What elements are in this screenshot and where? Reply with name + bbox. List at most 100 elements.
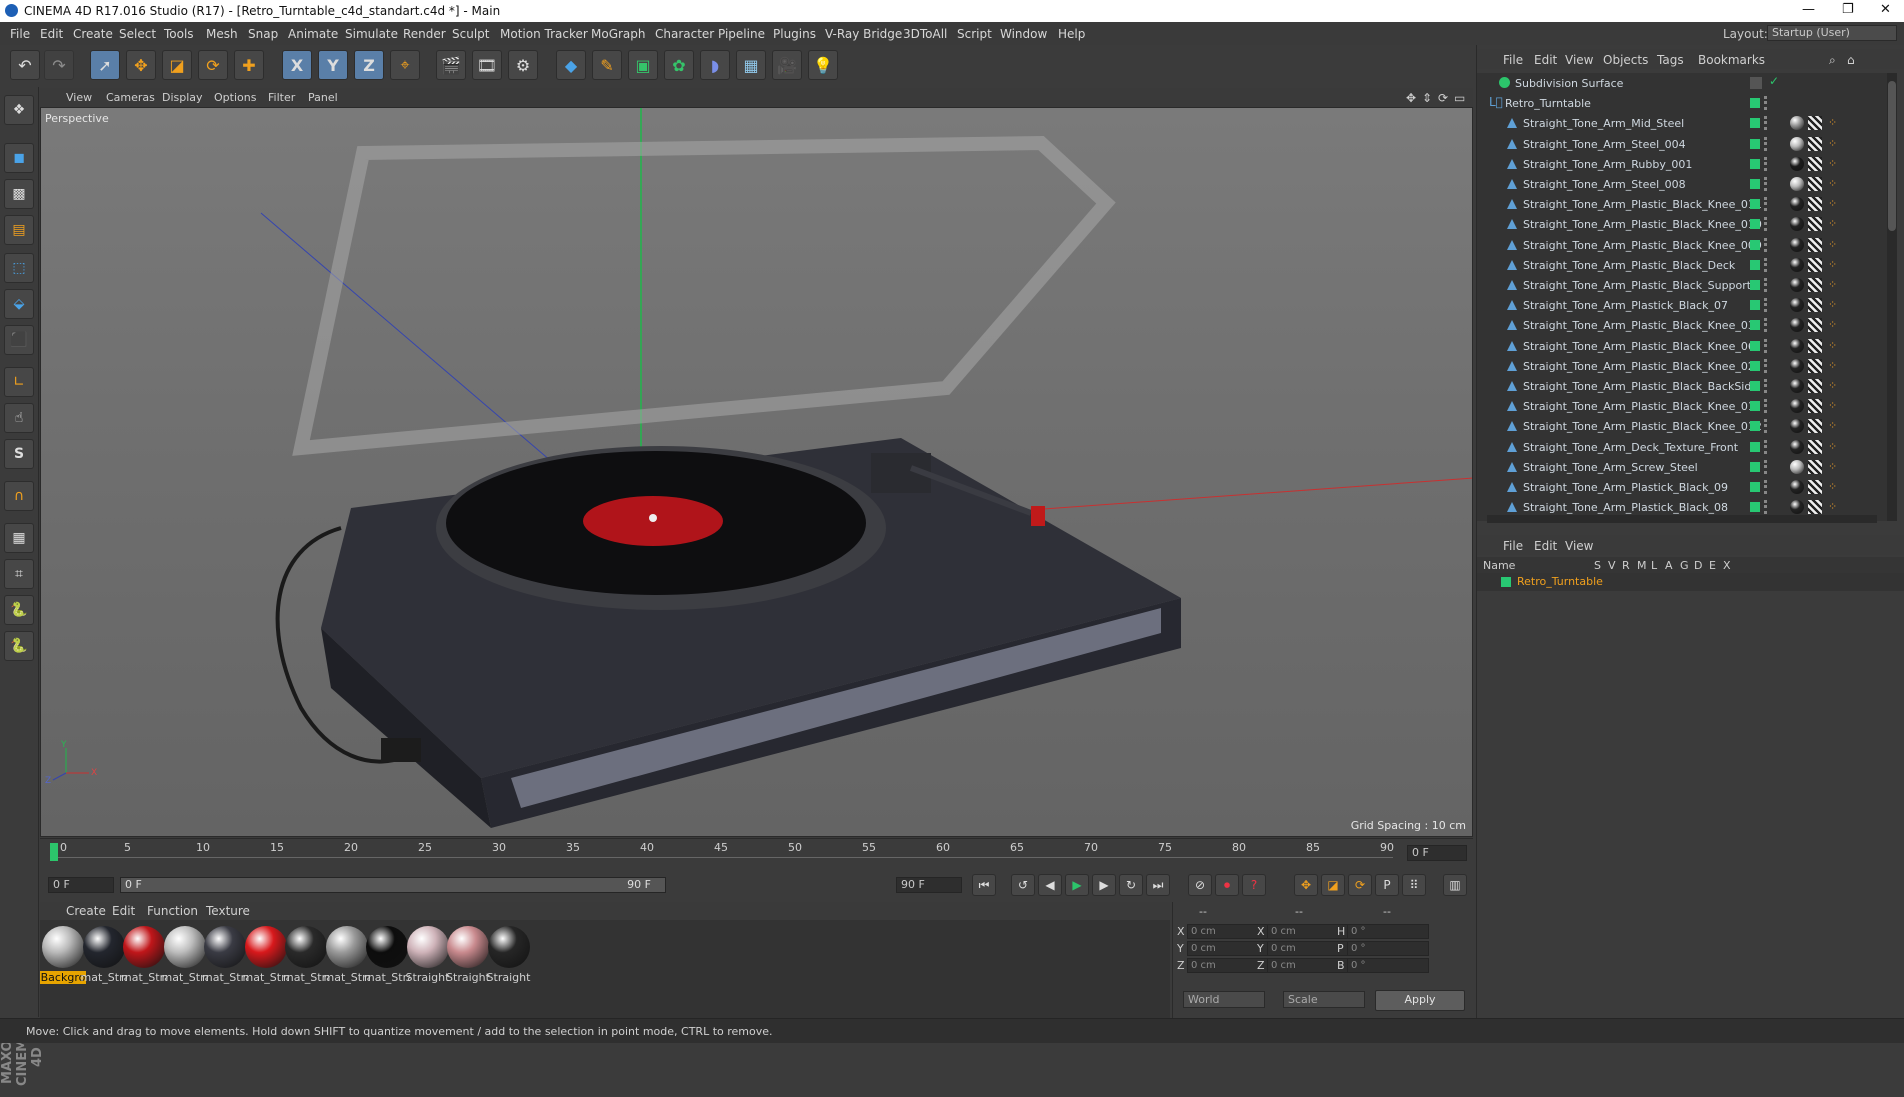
- autokey-icon[interactable]: ⏺: [1215, 874, 1239, 896]
- layer-color-icon[interactable]: [1750, 259, 1760, 270]
- phong-tag-icon[interactable]: ⁘: [1828, 460, 1840, 474]
- close-button[interactable]: ✕: [1880, 2, 1891, 17]
- phong-tag-icon[interactable]: ⁘: [1828, 116, 1840, 130]
- layer-color-icon[interactable]: [1750, 300, 1760, 311]
- magnet-icon[interactable]: ∩: [4, 481, 34, 511]
- texture-tag-icon[interactable]: [1808, 358, 1822, 373]
- menu-script[interactable]: Script: [957, 27, 992, 41]
- material-menu-texture[interactable]: Texture: [206, 904, 250, 918]
- maximize-button[interactable]: ❐: [1842, 2, 1854, 17]
- coordinate-mode-dropdown[interactable]: Scale: [1283, 991, 1365, 1008]
- phong-tag-icon[interactable]: ⁘: [1828, 217, 1840, 231]
- object-row[interactable]: Straight_Tone_Arm_Plastic_Black_Knee_011…: [1477, 194, 1887, 214]
- layer-color-icon[interactable]: [1750, 320, 1760, 331]
- texture-tag-icon[interactable]: [1808, 500, 1822, 515]
- texture-tag-icon[interactable]: [1808, 399, 1822, 414]
- layer-color-icon[interactable]: [1750, 381, 1760, 391]
- coordinate-system-icon[interactable]: ⌖: [390, 50, 420, 80]
- material-swatch[interactable]: Straight: [486, 926, 532, 984]
- go-to-end-icon[interactable]: ⏭: [1146, 874, 1170, 896]
- object-menu-file[interactable]: File: [1503, 53, 1523, 67]
- menu-pipeline[interactable]: Pipeline: [718, 27, 765, 41]
- phong-tag-icon[interactable]: ⁘: [1828, 318, 1840, 332]
- move-icon[interactable]: ✥: [126, 50, 156, 80]
- layer-color-icon[interactable]: [1750, 219, 1760, 230]
- menu-render[interactable]: Render: [403, 27, 446, 41]
- z-axis-icon[interactable]: Z: [354, 50, 384, 80]
- phong-tag-icon[interactable]: ⁘: [1828, 177, 1840, 191]
- visibility-dots-icon[interactable]: [1764, 379, 1771, 393]
- object-row[interactable]: Straight_Tone_Arm_Plastic_Black_Knee_02 ⁘: [1477, 356, 1887, 376]
- texture-mode-icon[interactable]: ▩: [4, 179, 34, 209]
- visibility-dots-icon[interactable]: [1764, 237, 1771, 252]
- key-rotation-icon[interactable]: ⟳: [1348, 874, 1372, 896]
- texture-tag-icon[interactable]: [1808, 197, 1822, 212]
- layer-color-icon[interactable]: [1750, 461, 1760, 472]
- layer-color-icon[interactable]: [1750, 421, 1760, 432]
- layer-color-icon[interactable]: [1750, 118, 1760, 129]
- menu-file[interactable]: File: [10, 27, 30, 41]
- tweak-mode-icon[interactable]: ☝: [4, 403, 34, 433]
- menu-vray-bridge[interactable]: V-Ray Bridge: [825, 27, 902, 41]
- enabled-check-icon[interactable]: ✓: [1769, 74, 1779, 88]
- viewport-toggle-icon[interactable]: ▭: [1454, 91, 1465, 105]
- layer-color-icon[interactable]: [1750, 158, 1760, 169]
- menu-simulate[interactable]: Simulate: [345, 27, 398, 41]
- key-position-icon[interactable]: ✥: [1294, 874, 1318, 896]
- y-axis-icon[interactable]: Y: [318, 50, 348, 80]
- phong-tag-icon[interactable]: ⁘: [1828, 339, 1840, 353]
- undo-icon[interactable]: ↶: [10, 50, 40, 80]
- key-parameter-icon[interactable]: P: [1375, 874, 1399, 896]
- menu-sculpt[interactable]: Sculpt: [452, 27, 489, 41]
- texture-tag-icon[interactable]: [1808, 156, 1822, 171]
- visibility-dots-icon[interactable]: [1764, 217, 1771, 232]
- material-tag-icon[interactable]: [1790, 116, 1804, 131]
- cloner-icon[interactable]: ✿: [664, 50, 694, 80]
- phong-tag-icon[interactable]: ⁘: [1828, 500, 1840, 514]
- texture-tag-icon[interactable]: [1808, 419, 1822, 434]
- material-tag-icon[interactable]: [1790, 298, 1804, 313]
- redo-icon[interactable]: ↷: [44, 50, 74, 80]
- visibility-dots-icon[interactable]: [1764, 338, 1771, 353]
- object-list-scrollbar[interactable]: [1887, 73, 1897, 521]
- object-row[interactable]: Straight_Tone_Arm_Plastic_Black_Knee_06 ⁘: [1477, 336, 1887, 356]
- material-tag-icon[interactable]: [1790, 177, 1804, 191]
- phong-tag-icon[interactable]: ⁘: [1828, 419, 1840, 433]
- make-editable-icon[interactable]: ❖: [4, 95, 34, 125]
- layer-icon[interactable]: [1750, 77, 1762, 89]
- key-pla-icon[interactable]: ⠿: [1402, 874, 1426, 896]
- visibility-dots-icon[interactable]: [1764, 358, 1771, 373]
- current-frame-field[interactable]: 0 F: [1407, 845, 1467, 861]
- material-tag-icon[interactable]: [1790, 257, 1804, 272]
- menu-3dtoall[interactable]: 3DToAll: [903, 27, 947, 41]
- phong-tag-icon[interactable]: ⁘: [1828, 379, 1840, 393]
- material-swatch[interactable]: mat_Stra: [283, 926, 329, 984]
- key-scale-icon[interactable]: ◪: [1321, 874, 1345, 896]
- edit-render-settings-icon[interactable]: ⚙: [508, 50, 538, 80]
- object-row[interactable]: Straight_Tone_Arm_Steel_004 ⁘: [1477, 134, 1887, 154]
- object-menu-tags[interactable]: Tags: [1657, 53, 1684, 67]
- object-search-icon[interactable]: ⌕: [1829, 53, 1836, 68]
- keyframe-selection-icon[interactable]: ?: [1242, 874, 1266, 896]
- object-row[interactable]: Straight_Tone_Arm_Plastic_Black_Deck ⁘: [1477, 255, 1887, 275]
- model-mode-icon[interactable]: ◼: [4, 143, 34, 173]
- layer-color-icon[interactable]: [1750, 482, 1760, 492]
- solo-icon[interactable]: S: [4, 439, 34, 469]
- record-keys-icon[interactable]: ⊘: [1188, 874, 1212, 896]
- texture-tag-icon[interactable]: [1808, 298, 1822, 313]
- menu-mograph[interactable]: MoGraph: [591, 27, 646, 41]
- light-icon[interactable]: 💡: [808, 50, 838, 80]
- material-tag-icon[interactable]: [1790, 419, 1804, 434]
- texture-tag-icon[interactable]: [1808, 439, 1822, 454]
- texture-tag-icon[interactable]: [1808, 116, 1822, 131]
- texture-tag-icon[interactable]: [1808, 136, 1822, 151]
- end-frame-field[interactable]: 90 F: [896, 877, 962, 893]
- menu-tools[interactable]: Tools: [164, 27, 194, 41]
- material-menu-function[interactable]: Function: [147, 904, 198, 918]
- menu-create[interactable]: Create: [73, 27, 113, 41]
- visibility-dots-icon[interactable]: [1764, 399, 1771, 414]
- material-menu-edit[interactable]: Edit: [112, 904, 135, 918]
- workplane-icon[interactable]: ▤: [4, 215, 34, 245]
- phong-tag-icon[interactable]: ⁘: [1828, 197, 1840, 211]
- texture-tag-icon[interactable]: [1808, 257, 1822, 272]
